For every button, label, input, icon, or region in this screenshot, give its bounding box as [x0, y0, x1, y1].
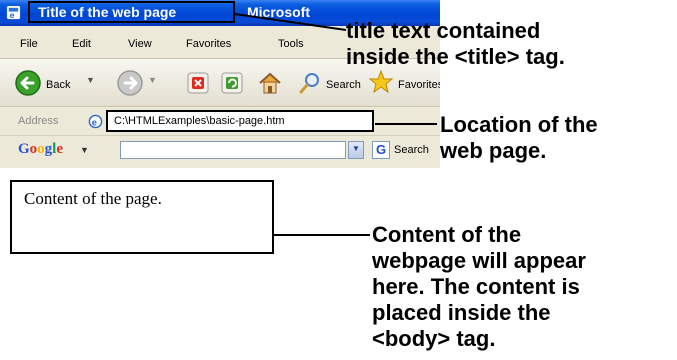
content-annotation-line: Content of the: [372, 222, 522, 247]
content-annotation-line: webpage will appear: [372, 248, 586, 273]
title-callout-line: [234, 13, 347, 31]
title-annotation-line: title text contained: [346, 18, 541, 43]
location-annotation-line: Location of the: [440, 112, 598, 137]
title-annotation-line: inside the <title> tag.: [346, 44, 565, 69]
title-annotation: title text contained inside the <title> …: [346, 18, 565, 70]
content-annotation: Content of the webpage will appear here.…: [372, 222, 586, 352]
content-annotation-line: placed inside the: [372, 300, 551, 325]
location-annotation-line: web page.: [440, 138, 547, 163]
location-annotation: Location of the web page.: [440, 112, 598, 164]
content-annotation-line: <body> tag.: [372, 326, 496, 351]
content-annotation-line: here. The content is: [372, 274, 580, 299]
